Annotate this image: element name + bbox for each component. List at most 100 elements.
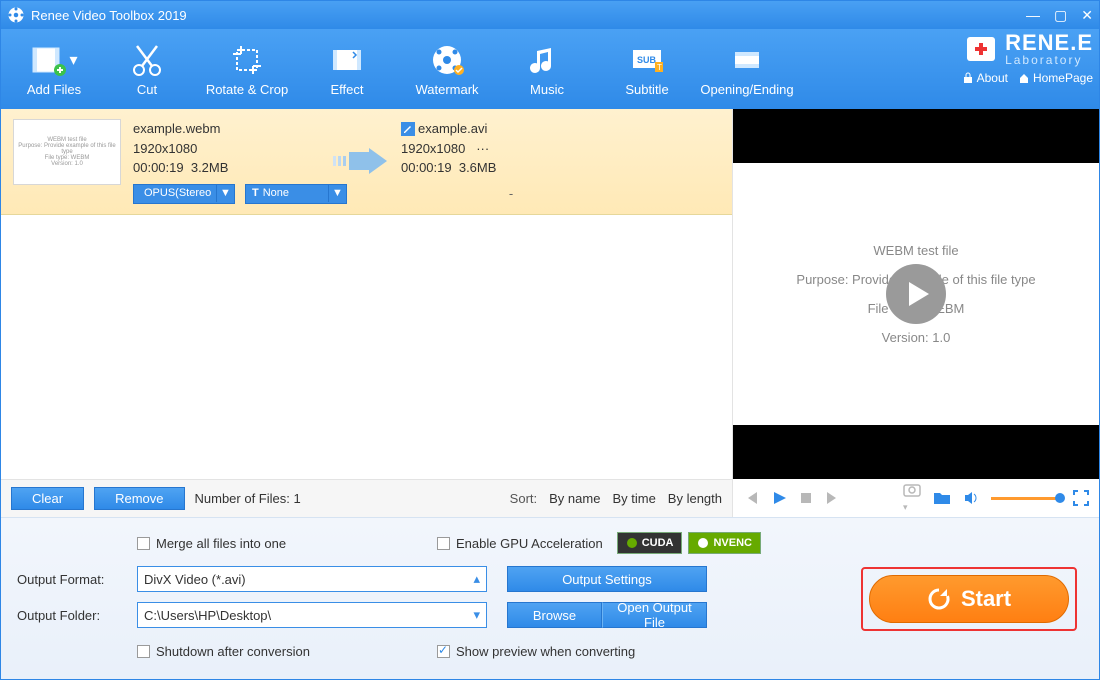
about-link[interactable]: About [962, 71, 1008, 85]
gpu-checkbox[interactable]: Enable GPU Acceleration [437, 536, 603, 551]
destination-more[interactable]: ··· [476, 141, 489, 156]
nvidia-icon [697, 537, 709, 549]
destination-size: 3.6MB [459, 160, 497, 175]
rotate-crop-icon [229, 42, 265, 78]
opening-ending-icon [729, 42, 765, 78]
chevron-down-icon: ▼ [216, 185, 234, 202]
output-settings-button[interactable]: Output Settings [507, 566, 707, 592]
sort-controls: Sort: By name By time By length [510, 491, 722, 506]
skip-forward-icon [825, 490, 841, 506]
snapshot-button[interactable]: ▾ [903, 481, 921, 515]
destination-status: - [509, 184, 513, 204]
nvidia-icon [626, 537, 638, 549]
rotate-crop-button[interactable]: Rotate & Crop [197, 34, 297, 104]
destination-duration: 00:00:19 [401, 160, 452, 175]
svg-text:T: T [657, 63, 662, 72]
titlebar: Renee Video Toolbox 2019 — ▢ ✕ [1, 1, 1099, 29]
file-thumbnail: WEBM test file Purpose: Provide example … [13, 119, 121, 185]
shutdown-checkbox[interactable]: Shutdown after conversion [137, 644, 437, 659]
sort-by-name[interactable]: By name [549, 491, 600, 506]
brand-block: RENE.E Laboratory About HomePage [962, 31, 1093, 85]
effect-button[interactable]: Effect [297, 34, 397, 104]
conversion-arrow [321, 119, 401, 204]
brand-icon [963, 31, 999, 67]
output-folder-combo[interactable]: C:\Users\HP\Desktop\ ▾ [137, 602, 487, 628]
volume-icon [963, 490, 979, 506]
edit-icon[interactable] [401, 122, 415, 136]
stop-button[interactable] [799, 491, 813, 505]
maximize-button[interactable]: ▢ [1054, 7, 1067, 24]
watermark-icon [429, 42, 465, 78]
open-output-button[interactable]: Open Output File [602, 602, 707, 628]
output-format-combo[interactable]: DivX Video (*.avi) ▴ [137, 566, 487, 592]
start-button[interactable]: Start [869, 575, 1069, 623]
output-folder-label: Output Folder: [17, 608, 137, 623]
home-icon [1018, 72, 1030, 84]
refresh-icon [927, 587, 951, 611]
fullscreen-button[interactable] [1073, 490, 1089, 506]
add-files-button[interactable]: ▾ Add Files [11, 34, 97, 104]
play-icon [909, 282, 929, 306]
app-title: Renee Video Toolbox 2019 [31, 8, 187, 23]
file-list-pane: WEBM test file Purpose: Provide example … [1, 109, 733, 517]
browse-button[interactable]: Browse [507, 602, 602, 628]
brand-subtitle: Laboratory [1005, 54, 1093, 66]
stop-icon [799, 491, 813, 505]
preview-content: WEBM test file Purpose: Provide example … [733, 163, 1099, 425]
subtitle-button[interactable]: SUBT Subtitle [597, 34, 697, 104]
app-window: Renee Video Toolbox 2019 — ▢ ✕ ▾ Add Fil… [0, 0, 1100, 680]
destination-filename: example.avi [418, 119, 487, 139]
show-preview-checkbox[interactable]: Show preview when converting [437, 644, 635, 659]
file-row[interactable]: WEBM test file Purpose: Provide example … [1, 109, 732, 215]
cut-button[interactable]: Cut [97, 34, 197, 104]
folder-icon [933, 490, 951, 506]
add-files-dropdown-icon[interactable]: ▾ [69, 50, 77, 70]
file-list: WEBM test file Purpose: Provide example … [1, 109, 732, 479]
app-icon [7, 6, 25, 24]
file-list-footer: Clear Remove Number of Files: 1 Sort: By… [1, 479, 732, 517]
cuda-badge: CUDA [617, 532, 683, 554]
volume-thumb[interactable] [1055, 493, 1065, 503]
prev-button[interactable] [743, 490, 759, 506]
play-icon [771, 490, 787, 506]
source-duration: 00:00:19 [133, 160, 184, 175]
start-zone: Start [839, 518, 1099, 679]
source-info: example.webm 1920x1080 00:00:19 3.2MB OP… [121, 119, 321, 204]
audio-codec-dropdown[interactable]: OPUS(Stereo ▼ [133, 184, 235, 204]
volume-button[interactable] [963, 490, 979, 506]
remove-button[interactable]: Remove [94, 487, 184, 510]
start-highlight: Start [861, 567, 1077, 631]
destination-resolution: 1920x1080 [401, 141, 465, 156]
volume-slider[interactable] [991, 497, 1061, 500]
next-button[interactable] [825, 490, 841, 506]
close-button[interactable]: ✕ [1081, 7, 1093, 24]
checkbox-icon [437, 537, 450, 550]
watermark-button[interactable]: Watermark [397, 34, 497, 104]
output-options: Merge all files into one Enable GPU Acce… [1, 518, 839, 679]
clear-button[interactable]: Clear [11, 487, 84, 510]
merge-checkbox[interactable]: Merge all files into one [137, 536, 437, 551]
open-folder-button[interactable] [933, 490, 951, 506]
effect-icon [329, 42, 365, 78]
cut-icon [129, 42, 165, 78]
chevron-down-icon: ▾ [473, 607, 480, 623]
main-toolbar: ▾ Add Files Cut Rotate & Crop Effect Wat… [1, 29, 1099, 109]
preview-controls: ▾ [733, 479, 1099, 517]
preview-pane: WEBM test file Purpose: Provide example … [733, 109, 1099, 517]
sort-by-length[interactable]: By length [668, 491, 722, 506]
sort-by-time[interactable]: By time [612, 491, 655, 506]
chevron-up-icon: ▴ [473, 571, 480, 587]
opening-ending-button[interactable]: Opening/Ending [697, 34, 797, 104]
add-files-label: Add Files [27, 82, 81, 97]
text-icon: T [252, 185, 259, 202]
music-button[interactable]: Music [497, 34, 597, 104]
add-files-icon [30, 42, 66, 78]
checkbox-icon [137, 537, 150, 550]
homepage-link[interactable]: HomePage [1018, 71, 1093, 85]
minimize-button[interactable]: — [1026, 7, 1040, 24]
play-button[interactable] [771, 490, 787, 506]
checkbox-checked-icon [437, 645, 450, 658]
subtitle-icon: SUBT [629, 42, 665, 78]
bottom-panel: Merge all files into one Enable GPU Acce… [1, 517, 1099, 679]
play-overlay-button[interactable] [886, 264, 946, 324]
